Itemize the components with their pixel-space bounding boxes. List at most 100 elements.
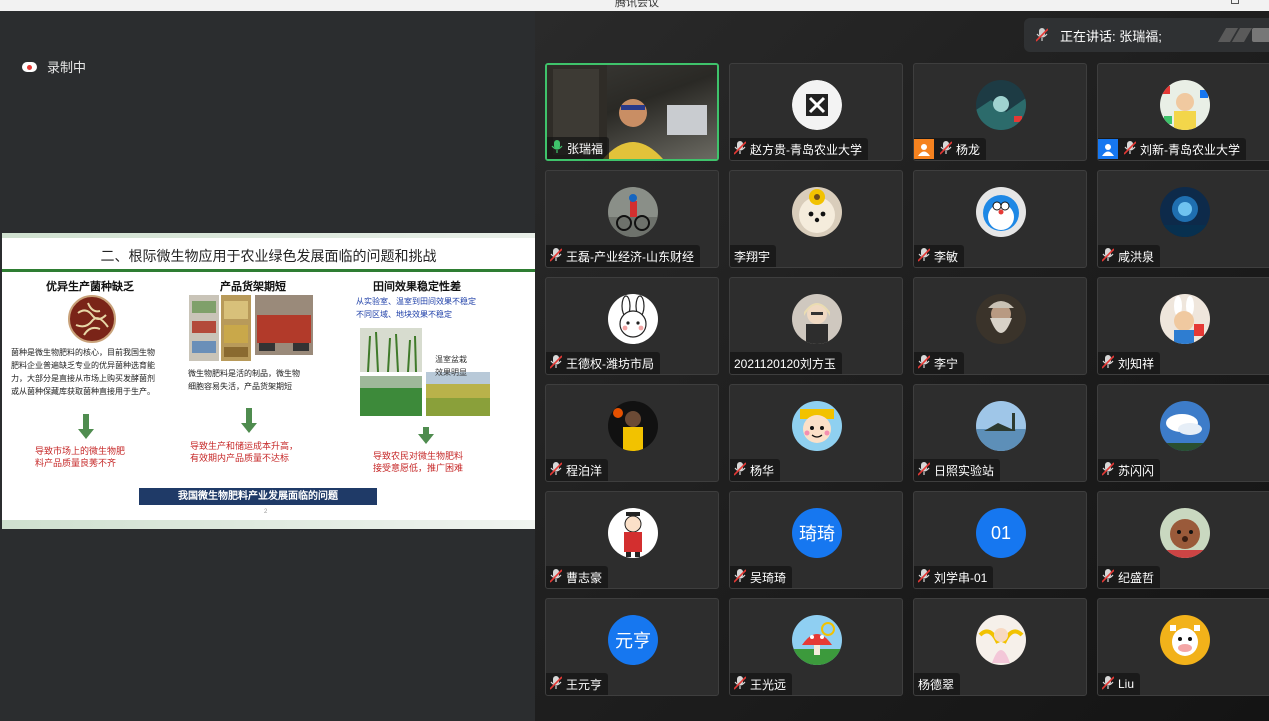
muted-mic-icon — [1123, 140, 1137, 158]
muted-mic-icon — [549, 461, 563, 479]
participant-name: 赵方贵-青岛农业大学 — [750, 142, 862, 157]
column-1-heading: 优异生产菌种缺乏 — [46, 281, 134, 293]
participant-name: 李宁 — [934, 356, 959, 371]
participant-tile[interactable]: 王磊-产业经济-山东财经 — [545, 170, 719, 268]
participant-name: 曹志豪 — [566, 570, 603, 585]
muted-mic-icon — [549, 354, 563, 372]
body-line: 或从菌种保藏库获取菌种直接用于生产。 — [11, 387, 155, 396]
participant-name: Liu — [1118, 677, 1135, 691]
mic-active-icon — [551, 139, 563, 157]
participant-avatar — [792, 294, 842, 344]
participant-tile[interactable]: 咸洪泉 — [1097, 170, 1269, 268]
consequence-line: 导致生产和储运成本升高， — [190, 441, 299, 451]
participant-tile[interactable]: 杨龙 — [913, 63, 1087, 161]
participant-name-bar: 2021120120刘方玉 — [730, 352, 842, 374]
gallery-nav-arrows[interactable] — [1217, 28, 1269, 42]
participant-tile[interactable]: 刘知祥 — [1097, 277, 1269, 375]
participant-tile[interactable]: 苏闪闪 — [1097, 384, 1269, 482]
body-line: 细胞容易失活，产品货架期短 — [188, 382, 292, 391]
participant-tile[interactable]: 李敏 — [913, 170, 1087, 268]
participant-tile[interactable]: 赵方贵-青岛农业大学 — [729, 63, 903, 161]
participant-avatar — [608, 294, 658, 344]
participant-avatar: 01 — [976, 508, 1026, 558]
participant-tile[interactable]: 程泊洋 — [545, 384, 719, 482]
participant-name-bar: 刘学串-01 — [914, 566, 994, 588]
participant-avatar — [792, 187, 842, 237]
speaking-indicator: 正在讲话: 张瑞福; — [1024, 18, 1269, 52]
caption-line: 温室盆栽 — [435, 355, 467, 364]
muted-mic-icon — [733, 461, 747, 479]
body-line: 菌种是微生物肥料的核心，目前我国生物 — [11, 348, 155, 357]
body-line: 肥料企业普遍缺乏专业的优异菌种选育能 — [11, 361, 155, 370]
participant-tile[interactable]: 纪盛哲 — [1097, 491, 1269, 589]
slide-summary-banner: 我国微生物肥料产业发展面临的问题 — [139, 488, 377, 505]
recording-label: 录制中 — [47, 60, 87, 75]
participant-name-bar: 日照实验站 — [914, 459, 1001, 481]
participant-name-bar: 张瑞福 — [547, 137, 610, 159]
participant-avatar: 琦琦 — [792, 508, 842, 558]
muted-mic-icon — [1036, 28, 1048, 42]
consequence-line: 有效期内产品质量不达标 — [190, 453, 290, 463]
participant-name: 程泊洋 — [566, 463, 603, 478]
participant-avatar — [608, 187, 658, 237]
participant-name-bar: 程泊洋 — [546, 459, 609, 481]
fertilizer-products-photo — [189, 295, 313, 361]
column-3-heading: 田间效果稳定性差 — [373, 281, 461, 293]
column-3-intro: 从实验室、温室到田间效果不稳定 不同区域、地块效果不稳定 — [356, 295, 476, 321]
muted-mic-icon — [1101, 461, 1115, 479]
soil-bacteria-photo — [68, 295, 116, 343]
participant-avatar — [976, 294, 1026, 344]
recording-indicator[interactable]: 录制中 — [22, 57, 86, 76]
down-arrow-icon — [418, 427, 434, 444]
participant-tile[interactable]: 李翔宇 — [729, 170, 903, 268]
field-trial-photos — [360, 328, 490, 416]
participant-name-bar: 吴琦琦 — [730, 566, 793, 588]
participant-tile[interactable]: 01 刘学串-01 — [913, 491, 1087, 589]
participant-tile[interactable]: 李宁 — [913, 277, 1087, 375]
presentation-slide: 二、根际微生物应用于农业绿色发展面临的问题和挑战 优异生产菌种缺乏 菌种是微生物… — [2, 233, 535, 529]
intro-line: 从实验室、温室到田间效果不稳定 — [356, 297, 476, 306]
column-3-photo-caption: 温室盆栽 效果明显 — [435, 353, 467, 379]
participant-name: 王元亨 — [566, 677, 603, 692]
participant-name-bar: 李宁 — [914, 352, 965, 374]
slide-top-band — [2, 233, 535, 238]
column-2-consequence: 导致生产和储运成本升高， 有效期内产品质量不达标 — [190, 440, 298, 464]
participant-name-bar: 王光远 — [730, 673, 793, 695]
participant-tile[interactable]: 日照实验站 — [913, 384, 1087, 482]
participant-name-bar: 杨德翠 — [914, 673, 961, 695]
muted-mic-icon — [917, 354, 931, 372]
participant-tile[interactable]: 曹志豪 — [545, 491, 719, 589]
participant-tile[interactable]: Liu — [1097, 598, 1269, 696]
caption-line: 效果明显 — [435, 368, 467, 377]
down-arrow-icon — [241, 408, 257, 434]
consequence-line: 导致农民对微生物肥料 — [373, 451, 464, 461]
participant-name-bar: 咸洪泉 — [1098, 245, 1161, 267]
slide-title: 二、根际微生物应用于农业绿色发展面临的问题和挑战 — [100, 248, 437, 264]
participant-name: 李敏 — [934, 249, 959, 264]
muted-mic-icon — [549, 675, 563, 693]
participant-tile[interactable]: 王光远 — [729, 598, 903, 696]
participant-tile[interactable]: 琦琦吴琦琦 — [729, 491, 903, 589]
maximize-icon[interactable] — [1231, 0, 1239, 4]
participant-tile[interactable]: 张瑞福 — [545, 63, 719, 161]
participant-name: 纪盛哲 — [1118, 570, 1155, 585]
body-line: 力，大部分是直接从市场上购买发酵菌剂 — [11, 374, 155, 383]
intro-line: 不同区域、地块效果不稳定 — [356, 310, 452, 319]
muted-mic-icon — [549, 568, 563, 586]
participant-name-bar: 刘知祥 — [1098, 352, 1161, 374]
participant-avatar — [792, 401, 842, 451]
participant-tile[interactable]: 杨华 — [729, 384, 903, 482]
participant-tile[interactable]: 王德权-潍坊市局 — [545, 277, 719, 375]
participant-avatar — [976, 80, 1026, 130]
participant-name: 杨德翠 — [918, 677, 955, 692]
participant-tile[interactable]: 2021120120刘方玉 — [729, 277, 903, 375]
participant-avatar — [608, 401, 658, 451]
muted-mic-icon — [917, 461, 931, 479]
column-2-body: 微生物肥料是活的制品，微生物 细胞容易失活，产品货架期短 — [188, 367, 300, 393]
participant-tile[interactable]: 杨德翠 — [913, 598, 1087, 696]
participant-name: 李翔宇 — [734, 249, 771, 264]
participant-tile[interactable]: 元亨 王元亨 — [545, 598, 719, 696]
participant-tile[interactable]: 刘新-青岛农业大学 — [1097, 63, 1269, 161]
participant-avatar — [1160, 80, 1210, 130]
participant-name-bar: 王德权-潍坊市局 — [546, 352, 660, 374]
